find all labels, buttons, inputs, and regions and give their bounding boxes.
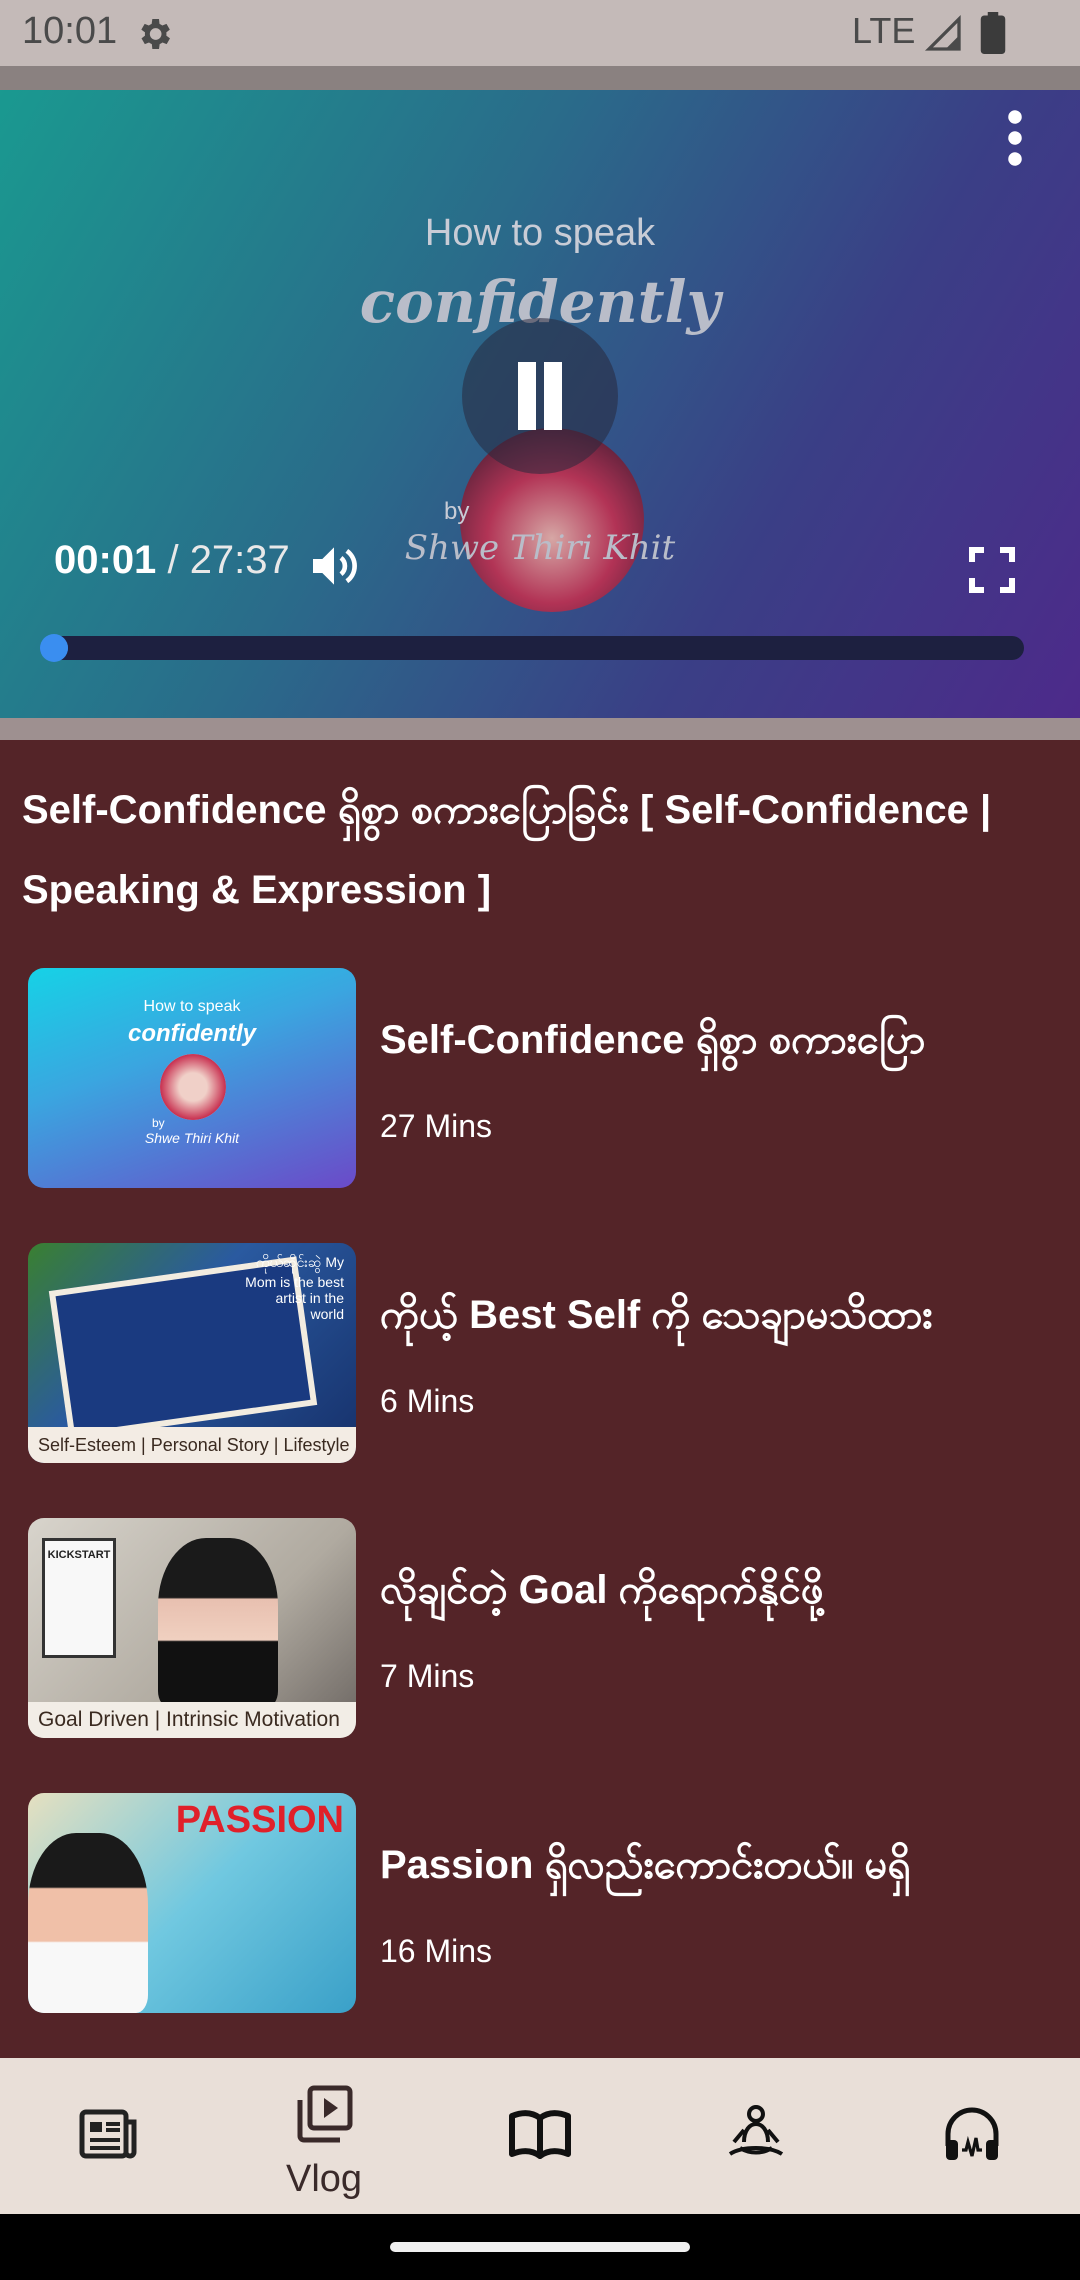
seek-bar[interactable] (40, 634, 1024, 662)
volume-icon[interactable] (306, 538, 362, 594)
headphones-icon (945, 2107, 999, 2160)
thumbnail-caption: Goal Driven | Intrinsic Motivation (28, 1702, 356, 1738)
video-title: Self-Confidence ရှိစွာ စကားပြော (380, 1018, 926, 1062)
gear-icon (141, 19, 170, 49)
time-separator: / (167, 538, 179, 582)
video-title: Passion ရှိလည်းကောင်းတယ်။ မရှိ (380, 1843, 911, 1887)
current-time: 00:01 (54, 538, 157, 582)
video-title: ကိုယ့် Best Self ကို သေချာမသိထား (380, 1293, 933, 1337)
top-divider (0, 66, 1080, 90)
book-icon (509, 2110, 571, 2159)
nav-news[interactable] (0, 2058, 216, 2214)
video-list-item[interactable]: How to speak confidently by Shwe Thiri K… (0, 968, 1080, 1190)
battery-icon (980, 12, 1006, 54)
video-thumbnail: KICKSTART Goal Driven | Intrinsic Motiva… (28, 1518, 356, 1738)
player-divider (0, 718, 1080, 740)
nav-podcast[interactable] (864, 2058, 1080, 2214)
video-thumbnail-by: by (444, 498, 470, 525)
gesture-bar (0, 2214, 1080, 2280)
video-title: လိုချင်တဲ့ Goal ကိုရောက်နိုင်ဖို့ (380, 1568, 824, 1612)
video-duration: 7 Mins (380, 1658, 475, 1694)
seek-bar-handle[interactable] (40, 634, 68, 662)
signal-icon (924, 14, 961, 51)
nav-vlog-label: Vlog (285, 2158, 363, 2200)
status-time: 10:01 (22, 10, 118, 52)
nav-vlog[interactable]: Vlog (216, 2058, 432, 2214)
status-bar: 10:01 LTE (0, 0, 1080, 66)
video-list-item[interactable]: ကိုယ်ဆိုင်းဆွဲ My Mom is the best artist… (0, 1243, 1080, 1465)
video-list-item[interactable]: KICKSTART Goal Driven | Intrinsic Motiva… (0, 1518, 1080, 1740)
news-icon (79, 2109, 137, 2159)
video-duration: 16 Mins (380, 1933, 493, 1969)
thumbnail-portrait (160, 1054, 226, 1120)
pause-icon (518, 362, 536, 430)
home-gesture-handle[interactable] (390, 2242, 690, 2252)
video-thumbnail-line1: How to speak (424, 212, 656, 254)
video-thumbnail: ကိုယ်ဆိုင်းဆွဲ My Mom is the best artist… (28, 1243, 356, 1463)
nav-books[interactable] (432, 2058, 648, 2214)
network-type: LTE (852, 10, 916, 51)
bottom-navigation: Vlog (0, 2058, 1080, 2214)
fullscreen-icon[interactable] (968, 546, 1016, 594)
video-player[interactable]: How to speak confidently by Shwe Thiri K… (0, 90, 1080, 718)
video-thumbnail: How to speak confidently by Shwe Thiri K… (28, 968, 356, 1188)
video-list-item[interactable]: PASSION Passion ရှိလည်းကောင်းတယ်။ မရှိ 1… (0, 1793, 1080, 2015)
pause-button[interactable] (462, 318, 618, 474)
video-thumbnail: PASSION (28, 1793, 356, 2013)
video-duration: 27 Mins (380, 1108, 493, 1144)
timecode: 00:01 / 27:37 (54, 538, 290, 583)
video-duration: 6 Mins (380, 1383, 475, 1419)
total-duration: 27:37 (189, 538, 290, 582)
more-options-icon[interactable] (1000, 108, 1030, 168)
nav-meditation[interactable] (648, 2058, 864, 2214)
playlist-title: Self-Confidence ရှိစွာ စကားပြောခြင်း [ S… (22, 788, 992, 912)
thumbnail-caption: Self-Esteem | Personal Story | Lifestyle (28, 1427, 356, 1463)
meditation-icon (728, 2105, 784, 2156)
video-library-icon (297, 2085, 353, 2143)
